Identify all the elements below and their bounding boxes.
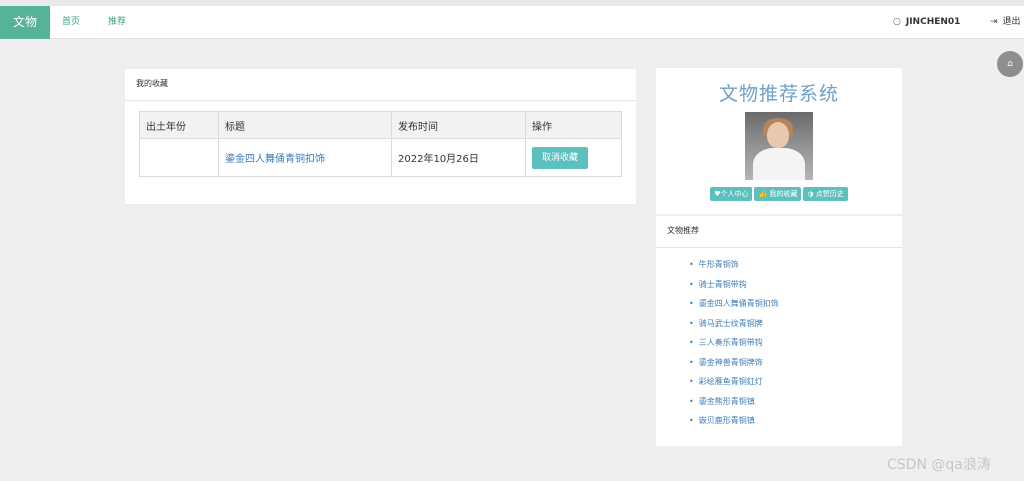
personal-center-button[interactable]: ♥个人中心	[710, 187, 753, 201]
cell-title: 鎏金四人舞俑青铜扣饰	[218, 138, 392, 177]
list-item[interactable]: 三人奏乐青铜带钩	[689, 336, 902, 356]
like-history-button[interactable]: ◑ 点赞历史	[803, 187, 848, 201]
cell-date: 2022年10月26日	[391, 138, 526, 177]
list-item[interactable]: 鎏金四人舞俑青铜扣饰	[689, 297, 902, 317]
recommend-list: 牛形青铜饰 骑士青铜带钩 鎏金四人舞俑青铜扣饰 骑马武士纹青铜牌 三人奏乐青铜带…	[656, 258, 902, 434]
list-item[interactable]: 骑士青铜带钩	[689, 278, 902, 298]
profile-tags: ♥个人中心 👍 我的收藏 ◑ 点赞历史	[656, 187, 902, 201]
nav-home-link[interactable]: 首页	[62, 6, 80, 39]
logout-link[interactable]: ⇥ 退出	[990, 6, 1021, 39]
favorites-table: 出土年份 标题 发布时间 操作 鎏金四人舞俑青铜扣饰 2022年10月26日 取…	[139, 111, 622, 177]
cell-year	[139, 138, 219, 177]
list-item[interactable]: 彩绘雁鱼青铜釭灯	[689, 375, 902, 395]
column-header-date: 发布时间	[391, 111, 526, 139]
tag-label: 我的收藏	[769, 190, 798, 198]
column-header-year: 出土年份	[139, 111, 219, 139]
tag-label: 点赞历史	[815, 190, 844, 198]
favorites-panel: 我的收藏 出土年份 标题 发布时间 操作 鎏金四人舞俑青铜扣饰 2022年10月…	[125, 69, 636, 204]
logout-label: 退出	[1002, 17, 1021, 27]
table-header-row: 出土年份 标题 发布时间 操作	[139, 111, 622, 139]
home-float-button[interactable]: ⌂	[997, 51, 1023, 77]
top-navbar: 文物 首页 推荐 ○ JINCHEN01 ⇥ 退出	[0, 6, 1024, 39]
column-header-title: 标题	[218, 111, 392, 139]
user-circle-icon: ○	[893, 17, 901, 27]
cell-action: 取消收藏	[525, 138, 622, 177]
list-item[interactable]: 鎏金熊形青铜镇	[689, 395, 902, 415]
half-circle-icon: ◑	[807, 190, 814, 198]
list-item[interactable]: 嵌贝鹿形青铜镇	[689, 414, 902, 434]
site-title: 文物推荐系统	[718, 83, 839, 105]
brand-logo[interactable]: 文物	[0, 6, 50, 39]
user-menu[interactable]: ○ JINCHEN01	[893, 6, 960, 39]
sign-out-icon: ⇥	[990, 17, 998, 27]
home-icon: ⌂	[1007, 59, 1013, 69]
tag-label: 个人中心	[720, 190, 749, 198]
username: JINCHEN01	[905, 17, 961, 27]
thumbs-up-icon: 👍	[758, 190, 768, 198]
list-item[interactable]: 骑马武士纹青铜牌	[689, 317, 902, 337]
table-row: 鎏金四人舞俑青铜扣饰 2022年10月26日 取消收藏	[139, 138, 622, 177]
csdn-watermark: CSDN @qa浪涛	[887, 457, 991, 473]
nav-recommend-link[interactable]: 推荐	[108, 6, 126, 39]
list-item[interactable]: 鎏金神兽青铜牌饰	[689, 356, 902, 376]
my-favorites-button[interactable]: 👍 我的收藏	[754, 187, 802, 201]
artifact-title-link[interactable]: 鎏金四人舞俑青铜扣饰	[225, 154, 325, 165]
cancel-favorite-button[interactable]: 取消收藏	[532, 146, 589, 169]
profile-panel: 文物推荐系统 ♥个人中心 👍 我的收藏 ◑ 点赞历史	[656, 68, 902, 214]
column-header-action: 操作	[525, 111, 622, 139]
recommend-header: 文物推荐	[656, 216, 902, 248]
list-item[interactable]: 牛形青铜饰	[689, 258, 902, 278]
avatar	[745, 112, 813, 180]
recommend-panel: 文物推荐 牛形青铜饰 骑士青铜带钩 鎏金四人舞俑青铜扣饰 骑马武士纹青铜牌 三人…	[656, 216, 902, 446]
favorites-header: 我的收藏	[125, 69, 636, 101]
